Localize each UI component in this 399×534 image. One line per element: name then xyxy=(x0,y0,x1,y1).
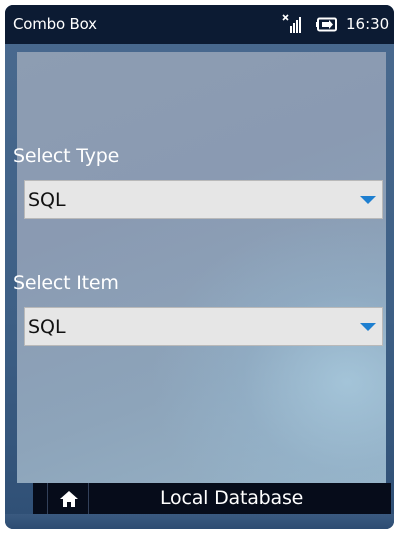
bottom-bar-title: Local Database xyxy=(160,487,304,509)
content-area xyxy=(17,52,386,483)
device-frame: Combo Box 16:30 Local Database xyxy=(5,5,394,529)
chevron-down-icon xyxy=(360,323,376,331)
bottom-strip xyxy=(5,514,394,529)
bottom-bar: Local Database xyxy=(33,483,391,514)
status-bar: Combo Box 16:30 xyxy=(5,5,394,44)
home-button[interactable] xyxy=(47,483,89,514)
select-item-value: SQL xyxy=(28,316,66,338)
signal-icon xyxy=(282,14,302,34)
home-icon xyxy=(60,491,78,507)
select-item-combobox[interactable]: SQL xyxy=(24,307,383,346)
select-type-label: Select Type xyxy=(13,145,120,167)
select-item-label: Select Item xyxy=(13,272,119,294)
window-title: Combo Box xyxy=(13,15,97,33)
battery-charging-icon xyxy=(316,17,338,32)
select-type-value: SQL xyxy=(28,189,66,211)
clock: 16:30 xyxy=(346,15,390,33)
chevron-down-icon xyxy=(360,196,376,204)
select-type-combobox[interactable]: SQL xyxy=(24,180,383,219)
